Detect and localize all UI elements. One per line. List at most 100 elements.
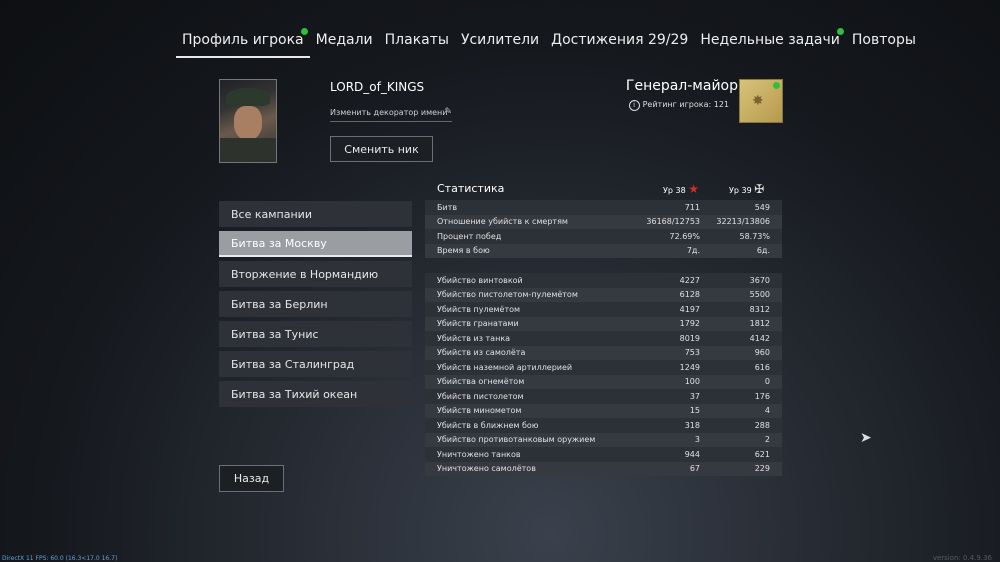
iron-cross-icon: ✠ [754, 182, 765, 196]
mouse-cursor-icon: ➤ [860, 430, 872, 446]
table-row: Убийств минометом 15 4 [425, 403, 782, 418]
change-decorator-link[interactable]: Изменить декоратор имени ✎ [330, 107, 452, 122]
stat-label: Время в бою [437, 246, 490, 256]
stat-value-level-a: 318 [684, 420, 700, 430]
campaign-item-normandy[interactable]: Вторжение в Нормандию [219, 261, 412, 287]
change-nick-button[interactable]: Сменить ник [330, 136, 433, 162]
level-b-label: Ур 39 [729, 186, 752, 195]
top-tabs: Профиль игрока Медали Плакаты Усилители … [176, 28, 922, 58]
table-row: Время в бою 7д. 6д. [425, 243, 782, 258]
campaign-item-tunisia[interactable]: Битва за Тунис [219, 321, 412, 347]
stat-value-level-a: 37 [689, 391, 700, 401]
tab-medals[interactable]: Медали [310, 28, 379, 58]
campaign-item-pacific[interactable]: Битва за Тихий океан [219, 381, 412, 407]
stat-label: Процент побед [437, 231, 502, 241]
stat-value-level-b: 4142 [749, 333, 770, 343]
table-row: Убийств из танка 8019 4142 [425, 331, 782, 346]
tab-achievements[interactable]: Достижения 29/29 [545, 28, 694, 58]
table-row: Убийства огнемётом 100 0 [425, 374, 782, 389]
pencil-icon: ✎ [444, 107, 452, 117]
stat-label: Убийство противотанковым оружием [437, 435, 596, 445]
stat-value-level-b: 229 [754, 464, 770, 474]
stat-label: Убийство винтовкой [437, 275, 523, 285]
avatar[interactable] [219, 79, 277, 163]
stat-label: Уничтожено самолётов [437, 464, 536, 474]
notification-dot [836, 28, 844, 35]
version-label: version: 0.4.9.36 [932, 554, 992, 562]
stat-value-level-b: 616 [754, 362, 770, 372]
stat-label: Битв [437, 202, 458, 212]
tab-weekly-tasks[interactable]: Недельные задачи [694, 28, 846, 58]
table-row: Процент побед 72.69% 58.73% [425, 229, 782, 244]
stat-value-level-b: 8312 [749, 304, 770, 314]
stat-value-level-a: 4197 [679, 304, 700, 314]
table-row: Убийство винтовкой 4227 3670 [425, 273, 782, 288]
stat-value-level-a: 711 [684, 202, 700, 212]
stat-value-level-b: 58.73% [739, 231, 770, 241]
level-a-label: Ур 38 [663, 186, 686, 195]
stat-value-level-b: 288 [754, 420, 770, 430]
stat-value-level-a: 3 [694, 435, 700, 445]
table-row: Отношение убийств к смертям 36168/12753 32… [425, 214, 782, 229]
stats-title: Статистика [437, 182, 505, 195]
tab-replays[interactable]: Повторы [846, 28, 922, 58]
table-row: Убийств наземной артиллерией 1249 616 [425, 360, 782, 375]
stat-value-level-a: 36168/12753 [646, 217, 700, 227]
table-row: Уничтожено самолётов 67 229 [425, 461, 782, 476]
stats-header: Статистика Ур 38 ★ Ур 39 ✠ [425, 180, 782, 200]
general-stats-table: Битв 711 549 Отношение убийств к смертям 361… [425, 200, 782, 258]
rank-title: Генерал-майор [625, 78, 738, 94]
notification-dot [300, 28, 308, 35]
campaign-item-berlin[interactable]: Битва за Берлин [219, 291, 412, 317]
stat-label: Убийств из самолёта [437, 348, 526, 358]
table-row: Убийств гранатами 1792 1812 [425, 316, 782, 331]
player-rating: i Рейтинг игрока: 121 [628, 100, 729, 111]
stat-value-level-a: 753 [684, 348, 700, 358]
stat-value-level-b: 549 [754, 202, 770, 212]
campaign-item-all[interactable]: Все кампании [219, 201, 412, 227]
campaign-item-stalingrad[interactable]: Битва за Сталинград [219, 351, 412, 377]
stat-value-level-a: 1249 [679, 362, 700, 372]
tab-profile[interactable]: Профиль игрока [176, 28, 310, 58]
rank-badge[interactable]: ✸ [739, 79, 783, 123]
stat-value-level-a: 67 [689, 464, 700, 474]
stat-value-level-a: 72.69% [669, 231, 700, 241]
stat-label: Убийств минометом [437, 406, 522, 416]
stat-value-level-b: 4 [764, 406, 770, 416]
stat-label: Убийств гранатами [437, 319, 519, 329]
table-row: Убийство пистолетом-пулемётом 6128 5500 [425, 287, 782, 302]
stat-value-level-b: 0 [764, 377, 770, 387]
tab-boosters[interactable]: Усилители [455, 28, 545, 58]
stat-label: Убийств из танка [437, 333, 511, 343]
stat-label: Убийств в ближнем бою [437, 420, 539, 430]
stat-label: Отношение убийств к смертям [437, 217, 568, 227]
rank-insignia-icon: ✸ [752, 93, 764, 109]
stat-value-level-b: 32213/13806 [716, 217, 770, 227]
stat-label: Убийства огнемётом [437, 377, 525, 387]
table-row: Убийств из самолёта 753 960 [425, 345, 782, 360]
stats-panel: Статистика Ур 38 ★ Ур 39 ✠ Битв 711 549 Отн… [425, 180, 782, 476]
stat-label: Убийств пулемётом [437, 304, 521, 314]
stat-value-level-a: 944 [684, 449, 700, 459]
stat-value-level-a: 8019 [679, 333, 700, 343]
stat-value-level-a: 4227 [679, 275, 700, 285]
notification-dot [773, 82, 780, 89]
stat-value-level-a: 6128 [679, 290, 700, 300]
table-row: Битв 711 549 [425, 200, 782, 215]
stat-value-level-a: 15 [689, 406, 700, 416]
stat-value-level-a: 100 [684, 377, 700, 387]
stat-value-level-b: 960 [754, 348, 770, 358]
stat-value-level-b: 176 [754, 391, 770, 401]
table-row: Убийств в ближнем бою 318 288 [425, 418, 782, 433]
stat-value-level-b: 1812 [749, 319, 770, 329]
username: LORD_of_KINGS [330, 80, 425, 94]
table-row: Убийств пулемётом 4197 8312 [425, 302, 782, 317]
tab-posters[interactable]: Плакаты [379, 28, 455, 58]
red-star-icon: ★ [688, 182, 699, 196]
stat-value-level-a: 7д. [686, 246, 700, 256]
back-button[interactable]: Назад [219, 465, 284, 492]
stat-value-level-a: 1792 [679, 319, 700, 329]
campaign-item-moscow[interactable]: Битва за Москву [219, 231, 412, 257]
table-row: Убийство противотанковым оружием 3 2 [425, 432, 782, 447]
info-icon[interactable]: i [628, 100, 640, 111]
